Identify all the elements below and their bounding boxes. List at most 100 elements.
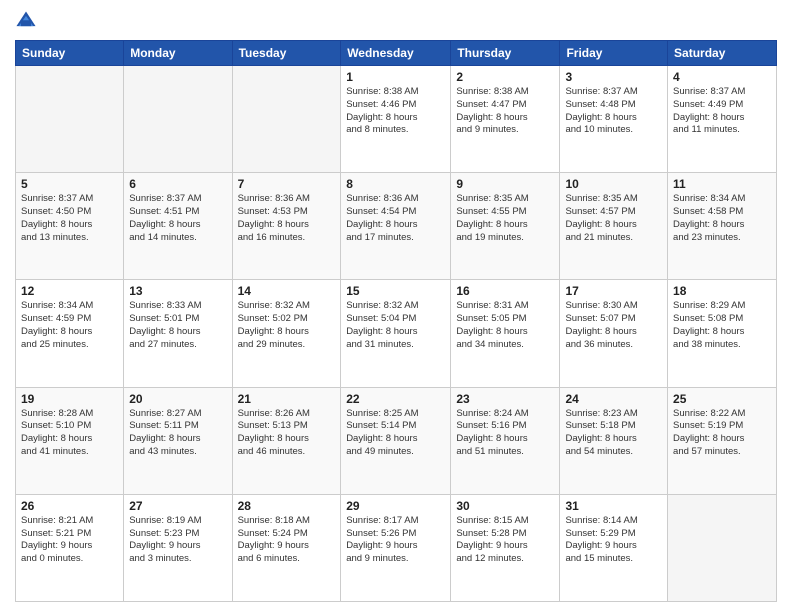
day-info: Sunrise: 8:28 AM Sunset: 5:10 PM Dayligh… <box>21 408 118 459</box>
day-info: Sunrise: 8:34 AM Sunset: 4:58 PM Dayligh… <box>673 193 771 244</box>
day-info: Sunrise: 8:32 AM Sunset: 5:02 PM Dayligh… <box>238 300 336 351</box>
day-number: 23 <box>456 392 554 406</box>
page: SundayMondayTuesdayWednesdayThursdayFrid… <box>0 0 792 612</box>
week-row-5: 26 Sunrise: 8:21 AM Sunset: 5:21 PM Dayli… <box>16 494 777 601</box>
week-row-2: 5Sunrise: 8:37 AM Sunset: 4:50 PM Daylig… <box>16 173 777 280</box>
calendar-cell: 14 Sunrise: 8:32 AM Sunset: 5:02 PM Dayli… <box>232 280 341 387</box>
calendar-cell: 5Sunrise: 8:37 AM Sunset: 4:50 PM Daylig… <box>16 173 124 280</box>
calendar-cell: 28 Sunrise: 8:18 AM Sunset: 5:24 PM Dayli… <box>232 494 341 601</box>
day-info: Sunrise: 8:37 AM Sunset: 4:51 PM Dayligh… <box>129 193 226 244</box>
calendar-cell: 8 Sunrise: 8:36 AM Sunset: 4:54 PM Daylig… <box>341 173 451 280</box>
weekday-tuesday: Tuesday <box>232 41 341 66</box>
day-number: 30 <box>456 499 554 513</box>
day-info: Sunrise: 8:21 AM Sunset: 5:21 PM Dayligh… <box>21 515 118 566</box>
day-info: Sunrise: 8:34 AM Sunset: 4:59 PM Dayligh… <box>21 300 118 351</box>
day-number: 21 <box>238 392 336 406</box>
day-number: 2 <box>456 70 554 84</box>
day-number: 11 <box>673 177 771 191</box>
day-number: 29 <box>346 499 445 513</box>
weekday-sunday: Sunday <box>16 41 124 66</box>
calendar-cell: 10Sunrise: 8:35 AM Sunset: 4:57 PM Dayli… <box>560 173 668 280</box>
weekday-friday: Friday <box>560 41 668 66</box>
day-info: Sunrise: 8:19 AM Sunset: 5:23 PM Dayligh… <box>129 515 226 566</box>
day-number: 26 <box>21 499 118 513</box>
calendar-cell: 2 Sunrise: 8:38 AM Sunset: 4:47 PM Daylig… <box>451 66 560 173</box>
weekday-header-row: SundayMondayTuesdayWednesdayThursdayFrid… <box>16 41 777 66</box>
day-info: Sunrise: 8:32 AM Sunset: 5:04 PM Dayligh… <box>346 300 445 351</box>
calendar-cell: 29 Sunrise: 8:17 AM Sunset: 5:26 PM Dayli… <box>341 494 451 601</box>
calendar-cell: 17 Sunrise: 8:30 AM Sunset: 5:07 PM Dayli… <box>560 280 668 387</box>
day-info: Sunrise: 8:36 AM Sunset: 4:53 PM Dayligh… <box>238 193 336 244</box>
day-info: Sunrise: 8:29 AM Sunset: 5:08 PM Dayligh… <box>673 300 771 351</box>
day-info: Sunrise: 8:30 AM Sunset: 5:07 PM Dayligh… <box>565 300 662 351</box>
calendar-cell <box>232 66 341 173</box>
day-number: 22 <box>346 392 445 406</box>
calendar-cell: 13Sunrise: 8:33 AM Sunset: 5:01 PM Dayli… <box>124 280 232 387</box>
day-info: Sunrise: 8:15 AM Sunset: 5:28 PM Dayligh… <box>456 515 554 566</box>
day-number: 14 <box>238 284 336 298</box>
day-number: 19 <box>21 392 118 406</box>
day-number: 27 <box>129 499 226 513</box>
day-number: 6 <box>129 177 226 191</box>
calendar-cell: 16 Sunrise: 8:31 AM Sunset: 5:05 PM Dayli… <box>451 280 560 387</box>
day-number: 17 <box>565 284 662 298</box>
day-info: Sunrise: 8:24 AM Sunset: 5:16 PM Dayligh… <box>456 408 554 459</box>
calendar-cell: 4 Sunrise: 8:37 AM Sunset: 4:49 PM Daylig… <box>668 66 777 173</box>
logo-icon <box>15 10 37 32</box>
calendar-cell: 26 Sunrise: 8:21 AM Sunset: 5:21 PM Dayli… <box>16 494 124 601</box>
day-info: Sunrise: 8:38 AM Sunset: 4:46 PM Dayligh… <box>346 86 445 137</box>
weekday-monday: Monday <box>124 41 232 66</box>
calendar-cell: 31Sunrise: 8:14 AM Sunset: 5:29 PM Dayli… <box>560 494 668 601</box>
calendar-cell: 24 Sunrise: 8:23 AM Sunset: 5:18 PM Dayli… <box>560 387 668 494</box>
day-info: Sunrise: 8:26 AM Sunset: 5:13 PM Dayligh… <box>238 408 336 459</box>
logo <box>15 10 39 32</box>
week-row-4: 19 Sunrise: 8:28 AM Sunset: 5:10 PM Dayli… <box>16 387 777 494</box>
day-info: Sunrise: 8:35 AM Sunset: 4:57 PM Dayligh… <box>565 193 662 244</box>
day-number: 24 <box>565 392 662 406</box>
day-info: Sunrise: 8:37 AM Sunset: 4:49 PM Dayligh… <box>673 86 771 137</box>
day-info: Sunrise: 8:35 AM Sunset: 4:55 PM Dayligh… <box>456 193 554 244</box>
calendar-cell: 20 Sunrise: 8:27 AM Sunset: 5:11 PM Dayli… <box>124 387 232 494</box>
day-info: Sunrise: 8:25 AM Sunset: 5:14 PM Dayligh… <box>346 408 445 459</box>
day-info: Sunrise: 8:38 AM Sunset: 4:47 PM Dayligh… <box>456 86 554 137</box>
day-number: 18 <box>673 284 771 298</box>
calendar-cell: 11 Sunrise: 8:34 AM Sunset: 4:58 PM Dayli… <box>668 173 777 280</box>
calendar-cell: 6 Sunrise: 8:37 AM Sunset: 4:51 PM Daylig… <box>124 173 232 280</box>
day-number: 13 <box>129 284 226 298</box>
header <box>15 10 777 32</box>
day-info: Sunrise: 8:23 AM Sunset: 5:18 PM Dayligh… <box>565 408 662 459</box>
weekday-wednesday: Wednesday <box>341 41 451 66</box>
calendar-cell: 23 Sunrise: 8:24 AM Sunset: 5:16 PM Dayli… <box>451 387 560 494</box>
calendar-cell: 21 Sunrise: 8:26 AM Sunset: 5:13 PM Dayli… <box>232 387 341 494</box>
day-number: 8 <box>346 177 445 191</box>
day-number: 4 <box>673 70 771 84</box>
day-number: 28 <box>238 499 336 513</box>
day-info: Sunrise: 8:18 AM Sunset: 5:24 PM Dayligh… <box>238 515 336 566</box>
week-row-1: 1Sunrise: 8:38 AM Sunset: 4:46 PM Daylig… <box>16 66 777 173</box>
day-number: 15 <box>346 284 445 298</box>
day-info: Sunrise: 8:27 AM Sunset: 5:11 PM Dayligh… <box>129 408 226 459</box>
day-number: 7 <box>238 177 336 191</box>
day-info: Sunrise: 8:37 AM Sunset: 4:48 PM Dayligh… <box>565 86 662 137</box>
day-number: 25 <box>673 392 771 406</box>
calendar-cell: 25Sunrise: 8:22 AM Sunset: 5:19 PM Dayli… <box>668 387 777 494</box>
day-info: Sunrise: 8:14 AM Sunset: 5:29 PM Dayligh… <box>565 515 662 566</box>
calendar-table: SundayMondayTuesdayWednesdayThursdayFrid… <box>15 40 777 602</box>
calendar-cell: 15 Sunrise: 8:32 AM Sunset: 5:04 PM Dayli… <box>341 280 451 387</box>
calendar-cell: 7 Sunrise: 8:36 AM Sunset: 4:53 PM Daylig… <box>232 173 341 280</box>
calendar-cell: 27 Sunrise: 8:19 AM Sunset: 5:23 PM Dayli… <box>124 494 232 601</box>
calendar-cell: 1Sunrise: 8:38 AM Sunset: 4:46 PM Daylig… <box>341 66 451 173</box>
day-number: 20 <box>129 392 226 406</box>
week-row-3: 12Sunrise: 8:34 AM Sunset: 4:59 PM Dayli… <box>16 280 777 387</box>
calendar-cell: 3Sunrise: 8:37 AM Sunset: 4:48 PM Daylig… <box>560 66 668 173</box>
day-number: 16 <box>456 284 554 298</box>
day-info: Sunrise: 8:36 AM Sunset: 4:54 PM Dayligh… <box>346 193 445 244</box>
calendar-cell <box>124 66 232 173</box>
weekday-saturday: Saturday <box>668 41 777 66</box>
day-info: Sunrise: 8:17 AM Sunset: 5:26 PM Dayligh… <box>346 515 445 566</box>
day-info: Sunrise: 8:31 AM Sunset: 5:05 PM Dayligh… <box>456 300 554 351</box>
day-number: 9 <box>456 177 554 191</box>
day-number: 5 <box>21 177 118 191</box>
calendar-cell: 9 Sunrise: 8:35 AM Sunset: 4:55 PM Daylig… <box>451 173 560 280</box>
calendar-cell <box>668 494 777 601</box>
